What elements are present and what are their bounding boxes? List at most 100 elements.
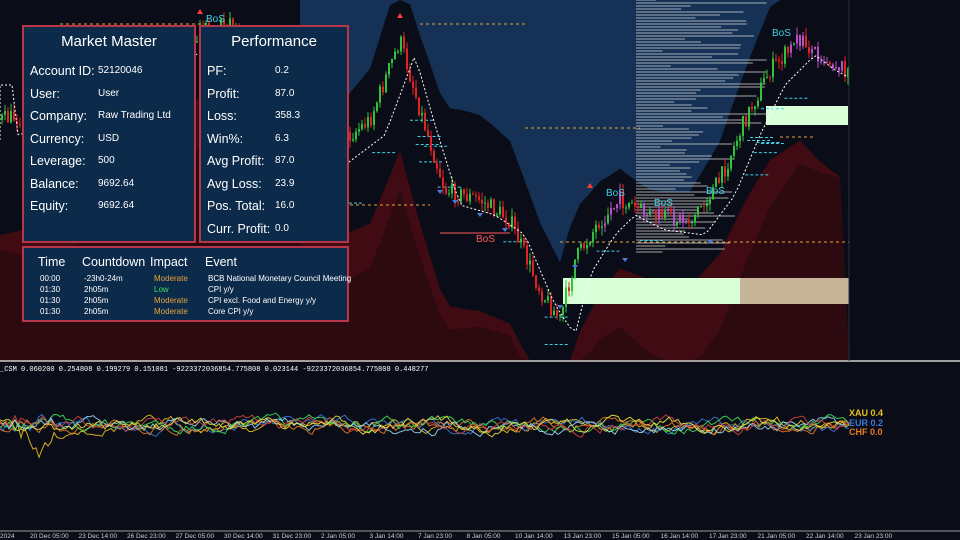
time-axis-label: 31 Dec 23:00	[272, 533, 312, 540]
legend-xau: XAU 0.4	[849, 408, 884, 418]
row-value: 23.9	[275, 177, 295, 189]
candle-body	[412, 81, 414, 88]
candle-body	[649, 211, 651, 215]
candle-body	[760, 82, 762, 101]
candle-body	[562, 306, 564, 315]
news-time-cell: 00:00	[40, 274, 61, 283]
signal-marker	[397, 13, 403, 18]
candle-body	[484, 202, 486, 204]
candle-body	[808, 47, 810, 54]
time-axis-label: 20 Dec 05:00	[30, 533, 69, 540]
row-value: 0.0	[275, 222, 289, 234]
candle-body	[664, 210, 666, 218]
performance-row: Pos. Total: 16.0	[207, 197, 343, 217]
candle-body	[478, 196, 480, 200]
candle-body	[397, 51, 399, 53]
candle-body	[757, 100, 759, 107]
candle-body	[784, 46, 786, 64]
candle-body	[628, 202, 630, 208]
candle-body	[739, 136, 741, 141]
candle-body	[766, 77, 768, 79]
row-label: Profit:	[207, 86, 240, 101]
candle-body	[370, 117, 372, 126]
row-value: 6.3	[275, 132, 289, 144]
candle-body	[391, 59, 393, 64]
candle-body	[706, 203, 708, 207]
candle-body	[1, 114, 3, 120]
row-value: 16.0	[275, 200, 295, 211]
candle-body	[685, 220, 687, 222]
bos-label-5: BoS	[706, 186, 725, 197]
candle-body	[427, 130, 429, 137]
candle-body	[472, 193, 474, 195]
row-label: Loss:	[207, 109, 237, 123]
candle-body	[616, 204, 618, 209]
row-value: 0.2	[275, 65, 289, 76]
market-master-row: User: User	[30, 85, 190, 105]
candle-body	[826, 61, 828, 63]
row-label: Account ID:	[30, 64, 95, 78]
candle-body	[709, 199, 711, 204]
time-axis-label: 7 Jan 23:00	[418, 533, 452, 540]
candle-body	[457, 201, 459, 203]
candle-body	[640, 203, 642, 208]
candle-body	[610, 207, 612, 215]
candle-body	[394, 51, 396, 60]
candle-body	[547, 296, 549, 301]
candle-body	[487, 202, 489, 209]
candle-body	[469, 193, 471, 202]
performance-row: Avg Profit: 87.0	[207, 152, 343, 172]
candle-body	[514, 216, 516, 228]
candle-body	[463, 189, 465, 195]
candle-body	[502, 206, 504, 218]
row-value: 9692.64	[98, 200, 135, 211]
candle-body	[541, 291, 543, 302]
time-axis-label: 15 Jan 05:00	[612, 533, 650, 540]
time-axis-label: 16 Jan 14:00	[660, 533, 699, 540]
candle-body	[637, 206, 639, 208]
candle-body	[652, 209, 654, 212]
news-event-cell: CPI y/y	[208, 285, 234, 294]
candle-body	[367, 117, 369, 128]
candle-body	[565, 287, 567, 307]
candle-body	[595, 224, 597, 233]
candle-body	[436, 162, 438, 169]
market-master-title: Market Master	[61, 33, 157, 50]
row-label: Currency:	[30, 131, 85, 146]
signal-marker	[622, 258, 628, 262]
candle-body	[598, 224, 600, 228]
candle-body	[607, 214, 609, 224]
candle-body	[661, 209, 663, 218]
candle-body	[682, 214, 684, 222]
candle-body	[550, 296, 552, 316]
candle-body	[466, 194, 468, 202]
candle-body	[670, 208, 672, 212]
candle-body	[631, 202, 633, 204]
signal-marker	[477, 213, 483, 217]
news-time-cell: 01:30	[40, 296, 61, 305]
news-impact-cell: Moderate	[154, 307, 188, 316]
candle-body	[751, 106, 753, 110]
candle-body	[451, 183, 453, 194]
candle-body	[532, 260, 534, 276]
candle-body	[763, 78, 765, 83]
time-axis-label: 21 Jan 05:00	[757, 533, 796, 540]
candle-body	[448, 193, 450, 195]
row-label: Leverage:	[30, 154, 86, 168]
candle-body	[553, 310, 555, 316]
legend-chf: CHF 0.0	[849, 427, 883, 437]
bos-label-1: BoS	[206, 14, 225, 25]
candle-body	[775, 58, 777, 60]
candle-body	[493, 199, 495, 216]
time-axis-label: 30 Dec 14:00	[224, 533, 263, 540]
time-axis-label: 17 Jan 23:00	[709, 533, 747, 540]
row-label: Curr. Profit:	[207, 221, 271, 236]
candle-body	[790, 44, 792, 53]
candle-body	[349, 131, 351, 141]
candle-body	[556, 310, 558, 317]
candle-body	[676, 221, 678, 226]
news-time-cell: 01:30	[40, 285, 61, 294]
market-master-panel: Market Master Account ID: 52120046 User: Us…	[22, 25, 196, 243]
candle-body	[490, 199, 492, 209]
candle-body	[832, 64, 834, 69]
